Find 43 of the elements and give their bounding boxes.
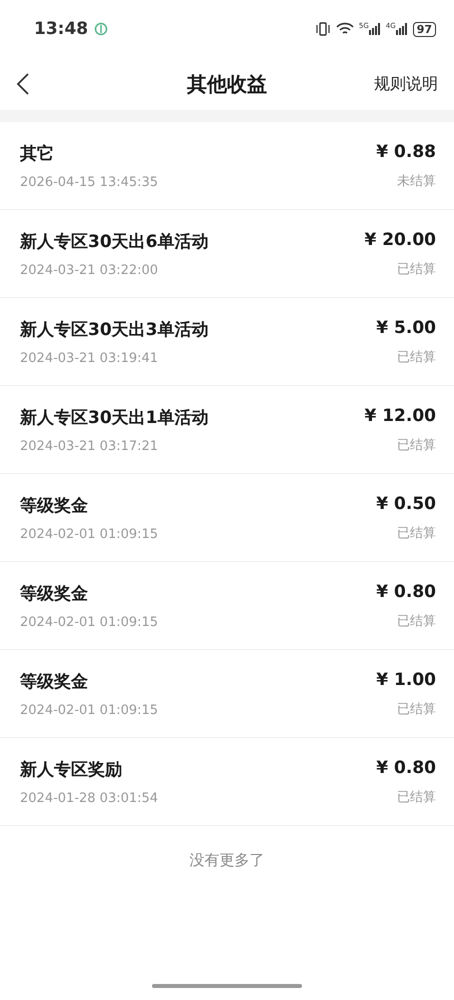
record-status: 已结算 (397, 788, 436, 806)
record-amount: ¥ 20.00 (364, 230, 436, 250)
wifi-icon (336, 22, 354, 36)
record-status: 已结算 (397, 436, 436, 454)
signal-icon (368, 23, 381, 35)
record-time: 2024-03-21 03:22:00 (20, 262, 160, 278)
record-status: 已结算 (397, 348, 436, 366)
record-title: 新人专区30天出1单活动 (20, 406, 208, 428)
record-status: 已结算 (397, 700, 436, 718)
record-status: 已结算 (397, 524, 436, 542)
record-title: 新人专区奖励 (20, 758, 123, 780)
record-title: 等级奖金 (20, 670, 89, 692)
record-time: 2024-02-01 01:09:15 (20, 526, 158, 542)
record-amount: ¥ 0.50 (376, 494, 436, 514)
record-amount: ¥ 0.80 (376, 582, 436, 602)
record-status: 已结算 (397, 612, 436, 630)
record-amount: ¥ 12.00 (364, 406, 436, 426)
record-amount: ¥ 0.88 (376, 142, 436, 162)
status-time: 13:48 (34, 19, 88, 39)
record-title: 新人专区30天出3单活动 (20, 318, 208, 340)
app-icon (94, 22, 108, 36)
record-time: 2024-02-01 01:09:15 (20, 702, 158, 718)
record-time: 2024-02-01 01:09:15 (20, 614, 158, 630)
vibrate-icon (314, 22, 331, 36)
record-title: 等级奖金 (20, 582, 89, 604)
record-time: 2024-01-28 03:01:54 (20, 790, 158, 806)
rules-link[interactable]: 规则说明 (374, 74, 438, 94)
battery-level: 97 (412, 22, 436, 36)
back-button[interactable] (16, 72, 30, 96)
record-title: 其它 (20, 142, 55, 164)
record-title: 新人专区30天出6单活动 (20, 230, 208, 252)
record-amount: ¥ 1.00 (376, 670, 436, 690)
record-title: 等级奖金 (20, 494, 89, 516)
record-status: 已结算 (397, 260, 436, 278)
record-status: 未结算 (397, 172, 436, 190)
record-time: 2026-04-15 13:45:35 (20, 174, 158, 190)
signal-icon (396, 23, 408, 35)
record-amount: ¥ 0.80 (376, 758, 436, 778)
record-amount: ¥ 5.00 (376, 318, 436, 338)
page-title: 其他收益 (187, 70, 267, 98)
record-time: 2024-03-21 03:17:21 (20, 438, 160, 454)
end-of-list-text: 没有更多了 (190, 851, 264, 869)
record-time: 2024-03-21 03:19:41 (20, 350, 160, 366)
